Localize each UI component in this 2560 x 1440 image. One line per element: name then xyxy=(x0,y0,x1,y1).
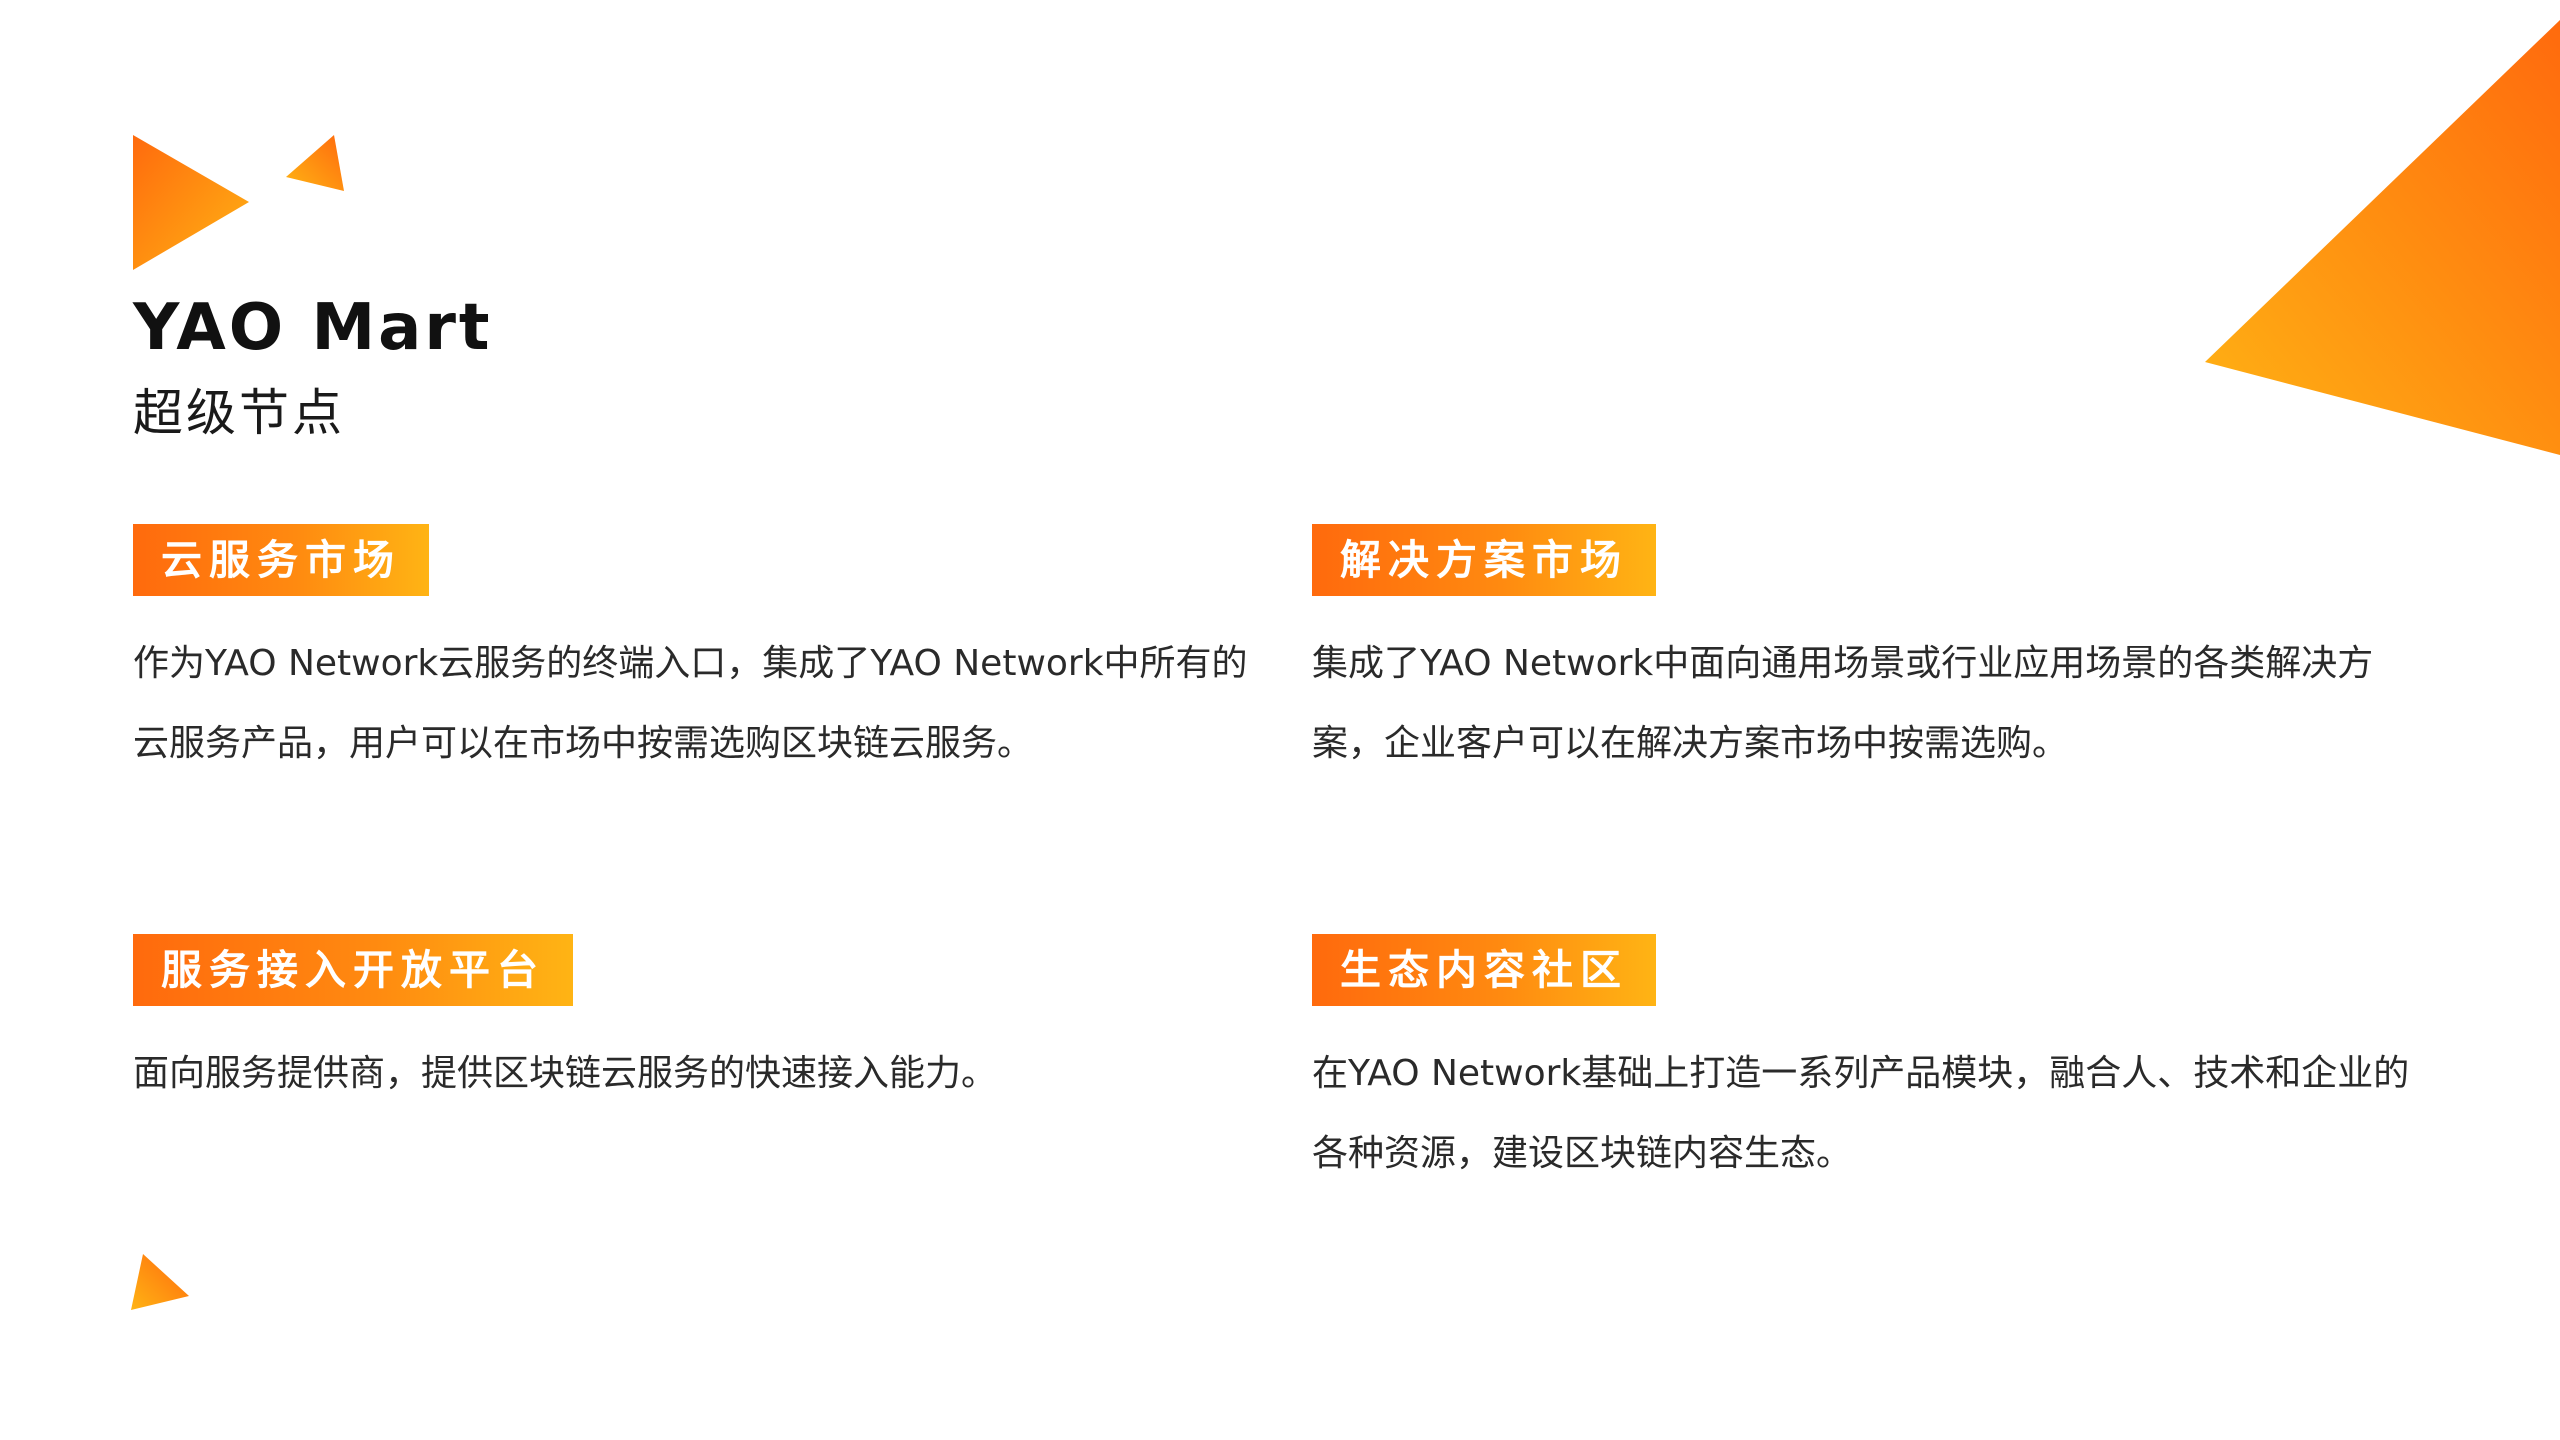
page-subtitle: 超级节点 xyxy=(133,384,345,442)
section-open-platform: 服务接入开放平台 面向服务提供商，提供区块链云服务的快速接入能力。 xyxy=(133,934,1248,1114)
section-tag: 生态内容社区 xyxy=(1312,934,1656,1006)
section-tag: 服务接入开放平台 xyxy=(133,934,573,1006)
section-eco-community: 生态内容社区 在YAO Network基础上打造一系列产品模块，融合人、技术和企… xyxy=(1312,934,2427,1194)
corner-triangle-decoration xyxy=(2205,20,2560,455)
bottom-triangle-icon xyxy=(131,1254,189,1310)
small-triangle-icon xyxy=(286,135,344,191)
page-title: YAO Mart xyxy=(133,291,493,365)
section-solution-market: 解决方案市场 集成了YAO Network中面向通用场景或行业应用场景的各类解决… xyxy=(1312,524,2427,784)
section-tag: 云服务市场 xyxy=(133,524,429,596)
play-triangle-logo-icon xyxy=(133,135,249,270)
section-description: 在YAO Network基础上打造一系列产品模块，融合人、技术和企业的各种资源，… xyxy=(1312,1053,2410,1174)
section-cloud-service-market: 云服务市场 作为YAO Network云服务的终端入口，集成了YAO Netwo… xyxy=(133,524,1248,784)
section-description: 面向服务提供商，提供区块链云服务的快速接入能力。 xyxy=(133,1053,998,1094)
section-description: 集成了YAO Network中面向通用场景或行业应用场景的各类解决方案，企业客户… xyxy=(1312,643,2374,764)
section-description: 作为YAO Network云服务的终端入口，集成了YAO Network中所有的… xyxy=(133,643,1248,764)
slide: YAO Mart 超级节点 云服务市场 作为YAO Network云服务的终端入… xyxy=(0,0,2560,1440)
section-tag: 解决方案市场 xyxy=(1312,524,1656,596)
